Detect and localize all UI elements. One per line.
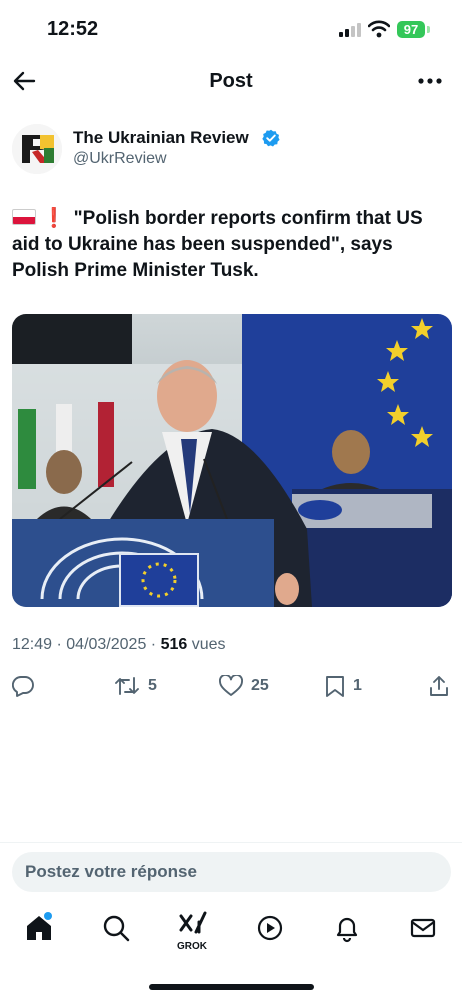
share-button[interactable] xyxy=(428,674,458,698)
video-play-icon[interactable] xyxy=(255,913,285,943)
notification-dot xyxy=(44,912,52,920)
verified-badge-icon xyxy=(262,129,280,147)
grok-label[interactable]: GROK xyxy=(177,941,207,952)
grok-icon[interactable] xyxy=(178,910,208,940)
tweet-photo[interactable] xyxy=(12,314,452,607)
bookmark-button[interactable]: 1 xyxy=(325,674,362,698)
bookmark-icon xyxy=(326,676,344,697)
author-name[interactable]: The Ukrainian Review xyxy=(73,128,249,148)
notifications-bell-icon[interactable] xyxy=(332,913,362,943)
tweet-body: "Polish border reports confirm that US a… xyxy=(12,208,423,281)
photo-illustration xyxy=(12,314,452,607)
wifi-icon xyxy=(368,20,390,38)
reply-button[interactable] xyxy=(12,674,42,698)
reply-icon xyxy=(12,676,34,697)
more-options-icon[interactable] xyxy=(417,74,443,88)
battery-indicator: 97 xyxy=(397,21,425,38)
back-arrow-icon[interactable] xyxy=(12,68,38,94)
views-label: vues xyxy=(187,636,226,653)
search-icon[interactable] xyxy=(101,913,131,943)
bookmark-count: 1 xyxy=(353,677,362,694)
tweet-time: 12:49 xyxy=(12,636,53,653)
tweet-text: ❗ "Polish border reports confirm that US … xyxy=(12,206,452,284)
poland-flag-icon xyxy=(12,209,36,225)
status-time: 12:52 xyxy=(47,18,99,40)
like-button[interactable]: 25 xyxy=(219,674,269,698)
reply-placeholder[interactable]: Postez votre réponse xyxy=(25,862,197,882)
author-handle[interactable]: @UkrReview xyxy=(73,150,167,168)
red-exclamation-icon: ❗ xyxy=(42,208,66,229)
like-count: 25 xyxy=(251,677,269,694)
tweet-meta: 12:49 · 04/03/2025 · 516 vues xyxy=(12,636,226,654)
tweet-date: 04/03/2025 xyxy=(66,636,147,653)
ukrainian-review-logo-icon xyxy=(12,124,62,174)
messages-envelope-icon[interactable] xyxy=(408,913,438,943)
battery-nub xyxy=(427,26,430,33)
heart-icon xyxy=(219,675,243,696)
meta-separator: · xyxy=(52,636,67,653)
share-icon xyxy=(430,676,448,696)
views-count: 516 xyxy=(160,636,188,653)
divider xyxy=(0,842,462,843)
meta-separator: · xyxy=(146,636,161,653)
cellular-signal-icon xyxy=(339,23,363,37)
retweet-count: 5 xyxy=(148,677,157,694)
retweet-icon xyxy=(115,677,139,695)
retweet-button[interactable]: 5 xyxy=(114,674,157,698)
home-indicator xyxy=(149,984,314,990)
page-title: Post xyxy=(209,70,253,92)
avatar[interactable] xyxy=(12,124,62,174)
